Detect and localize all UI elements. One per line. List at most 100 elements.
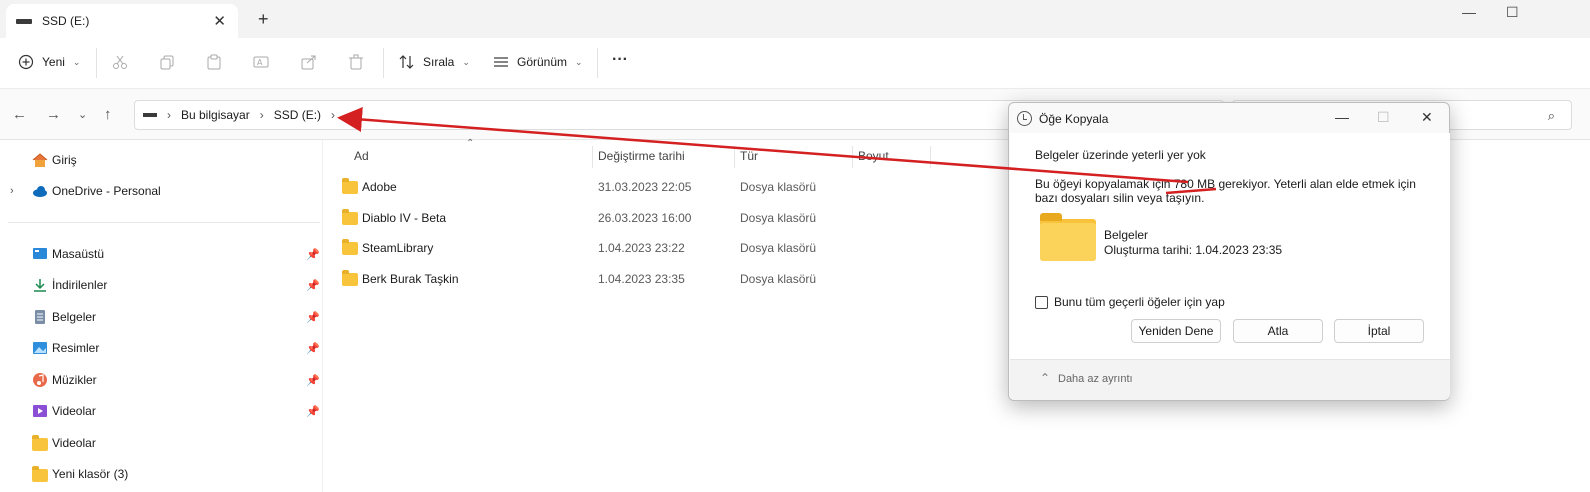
column-header-type[interactable]: Tür [740,149,758,163]
pin-icon: 📌 [306,279,320,292]
sidebar-item-music[interactable]: Müzikler 📌 [0,367,324,393]
drive-icon [143,113,157,117]
sidebar-item-downloads[interactable]: İndirilenler 📌 [0,272,324,298]
sidebar-item-new-folder-3[interactable]: Yeni klasör (3) [0,461,324,487]
column-divider[interactable] [930,146,931,168]
column-divider[interactable] [852,146,853,168]
sort-icon [399,55,414,69]
file-type: Dosya klasörü [740,180,817,194]
sidebar-item-videos-pinned[interactable]: Videolar 📌 [0,398,324,424]
new-tab-button[interactable]: + [258,9,269,30]
more-options-button[interactable]: ··· [612,51,628,69]
apply-to-all-label[interactable]: Bunu tüm geçerli öğeler için yap [1054,295,1225,309]
dialog-close-button[interactable]: ✕ [1421,109,1433,126]
clock-icon [1017,111,1032,126]
drive-icon [16,18,32,24]
sidebar-item-home[interactable]: Giriş [0,147,324,173]
file-type: Dosya klasörü [740,211,817,225]
sidebar-item-documents[interactable]: Belgeler 📌 [0,304,324,330]
sort-ascending-icon: ⌃ [466,138,475,149]
retry-button[interactable]: Yeniden Dene [1131,319,1221,343]
column-divider[interactable] [592,146,593,168]
sort-button[interactable]: Sırala ⌄ [399,54,470,70]
required-size: 780 MB [1173,177,1216,191]
sidebar-item-label: Resimler [52,341,100,355]
folder-icon [342,178,358,194]
column-divider[interactable] [734,146,735,168]
tab-ssd[interactable]: SSD (E:) ✕ [6,4,238,38]
column-header-date[interactable]: Değiştirme tarihi [598,149,685,163]
cut-icon[interactable] [112,54,128,70]
expand-chevron-icon[interactable]: › [10,185,14,197]
pin-icon: 📌 [306,374,320,387]
file-name: Diablo IV - Beta [362,211,447,225]
chevron-down-icon: ⌄ [575,56,583,67]
file-type: Dosya klasörü [740,241,817,255]
download-icon [34,279,46,292]
skip-button[interactable]: Atla [1233,319,1323,343]
file-name: SteamLibrary [362,241,434,255]
sort-label: Sırala [423,55,455,69]
view-button[interactable]: Görünüm ⌄ [493,54,583,70]
documents-icon [35,310,45,324]
file-date: 1.04.2023 23:22 [598,241,685,255]
paste-icon[interactable] [206,54,222,70]
breadcrumb-this-pc[interactable]: Bu bilgisayar [181,108,250,122]
dialog-minimize-button[interactable]: — [1335,109,1349,125]
target-folder-name: Belgeler [1104,228,1149,242]
recent-chevron-icon[interactable]: ⌄ [78,108,87,121]
copy-icon[interactable] [159,54,175,70]
minimize-button[interactable]: — [1462,4,1476,20]
desktop-icon [33,248,47,259]
file-date: 31.03.2023 22:05 [598,180,692,194]
chevron-down-icon: ⌄ [72,56,81,67]
sidebar-item-label: Yeni klasör (3) [52,467,129,481]
dialog-message-title: Belgeler üzerinde yeterli yer yok [1035,148,1206,162]
svg-text:A: A [257,58,263,67]
pane-divider[interactable] [322,140,323,492]
chevron-up-icon[interactable]: ⌃ [1040,371,1050,385]
breadcrumb-ssd[interactable]: SSD (E:) [274,108,321,122]
apply-to-all-checkbox[interactable] [1035,296,1048,309]
up-arrow-icon[interactable]: ↑ [104,106,112,123]
breadcrumb-chevron[interactable]: › [331,108,335,122]
cancel-button[interactable]: İptal [1334,319,1424,343]
videos-icon [33,405,47,417]
share-icon[interactable] [301,54,317,70]
less-details-button[interactable]: Daha az ayrıntı [1058,373,1133,385]
tab-bar: SSD (E:) ✕ + — ☐ [0,0,1590,38]
home-icon [32,153,48,167]
folder-icon [342,209,358,225]
maximize-button[interactable]: ☐ [1506,4,1519,21]
back-arrow-icon[interactable]: ← [12,106,27,123]
new-button[interactable]: Yeni ⌄ [18,54,80,70]
sidebar-item-videos-folder[interactable]: Videolar [0,430,324,456]
sidebar-item-pictures[interactable]: Resimler 📌 [0,335,324,361]
tab-title: SSD (E:) [42,14,90,28]
dialog-footer: ⌃ Daha az ayrıntı [1010,359,1450,400]
column-header-size[interactable]: Boyut [858,149,889,163]
breadcrumb-chevron[interactable]: › [260,108,264,122]
pin-icon: 📌 [306,405,320,418]
music-icon [33,373,47,387]
sidebar-item-label: Videolar [52,404,96,418]
new-label: Yeni [42,55,65,69]
sidebar-item-onedrive[interactable]: › OneDrive - Personal [0,178,324,204]
column-header-name[interactable]: Ad [354,149,369,163]
tab-close-icon[interactable]: ✕ [213,12,226,30]
dialog-maximize-button: ☐ [1377,109,1390,125]
view-label: Görünüm [517,55,568,69]
sidebar-item-label: Videolar [52,436,96,450]
breadcrumb-chevron[interactable]: › [167,108,171,122]
forward-arrow-icon[interactable]: → [46,106,61,123]
search-icon: ⌕ [1547,108,1555,123]
sidebar-item-label: İndirilenler [52,278,108,292]
dialog-title: Öğe Kopyala [1039,112,1109,126]
delete-icon[interactable] [348,54,364,70]
file-name: Berk Burak Taşkin [362,272,459,286]
chevron-down-icon: ⌄ [462,56,470,67]
rename-icon[interactable]: A [253,54,269,70]
sidebar-item-label: Masaüstü [52,247,105,261]
pictures-icon [33,342,47,354]
sidebar-item-desktop[interactable]: Masaüstü 📌 [0,241,324,267]
